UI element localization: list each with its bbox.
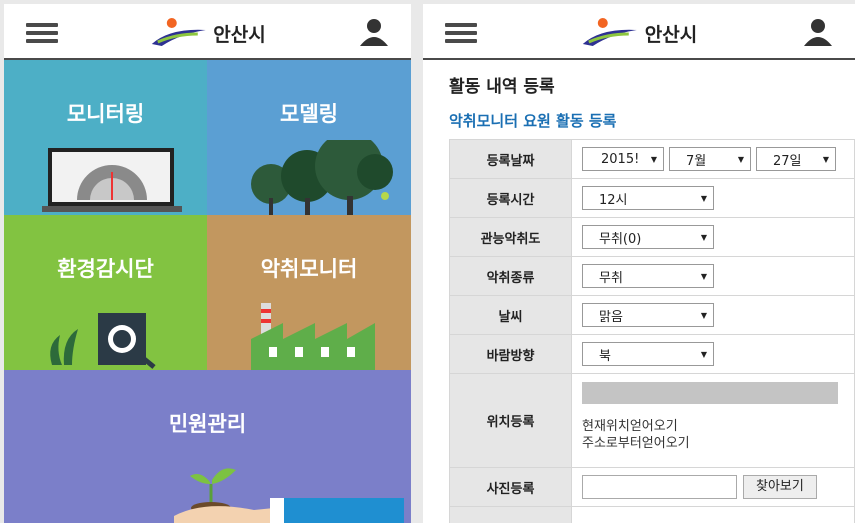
- factory-icon: [251, 303, 375, 370]
- activity-form: 등록날짜 2015! ▼ 7월 ▼ 27일 ▼ 등록시간 12시 ▼ 관능악취도 무취(0)…: [449, 139, 855, 523]
- right-screen: 안산시 활동 내역 등록 악취모니터 요원 활동 등록 등록날짜 2015! ▼ 7…: [423, 4, 855, 523]
- chevron-down-icon: ▼: [700, 271, 707, 281]
- user-icon[interactable]: [359, 18, 389, 50]
- menu-icon[interactable]: [26, 23, 58, 43]
- month-select[interactable]: 7월 ▼: [669, 147, 751, 171]
- logo-mark-icon: [151, 18, 206, 46]
- form-row-odor-type: 악취종류 무취 ▼: [449, 256, 855, 296]
- wind-label: 바람방향: [449, 334, 572, 374]
- chevron-down-icon: ▼: [700, 310, 707, 320]
- tile-monitoring[interactable]: 모니터링: [4, 60, 207, 215]
- weather-label: 날씨: [449, 295, 572, 335]
- logo-text: 안산시: [644, 23, 698, 46]
- form-row-photo: 사진등록 찾아보기: [449, 467, 855, 507]
- photo-label: 사진등록: [449, 467, 572, 507]
- logo-mark-icon: [582, 18, 637, 46]
- form-row-next: [449, 506, 855, 523]
- laptop-gauge-icon: [42, 148, 182, 212]
- form-row-time: 등록시간 12시 ▼: [449, 178, 855, 218]
- tile-odor-monitor[interactable]: 악취모니터: [207, 215, 411, 370]
- form-row-date: 등록날짜 2015! ▼ 7월 ▼ 27일 ▼: [449, 139, 855, 179]
- get-location-from-address-link[interactable]: 주소로부터얻어오기: [582, 435, 854, 452]
- get-current-location-link[interactable]: 현재위치얻어오기: [582, 418, 854, 435]
- tile-label: 모니터링: [66, 102, 145, 126]
- chevron-down-icon: ▼: [700, 193, 707, 203]
- intensity-label: 관능악취도: [449, 217, 572, 257]
- hand-sprout-icon: [174, 468, 404, 523]
- page-title: 활동 내역 등록: [449, 77, 555, 97]
- tile-label: 악취모니터: [260, 257, 358, 281]
- tile-complaints[interactable]: 민원관리: [4, 370, 411, 523]
- tile-environment-watch[interactable]: 환경감시단: [4, 215, 207, 370]
- menu-icon[interactable]: [445, 23, 477, 43]
- photo-file-input[interactable]: [582, 475, 737, 499]
- form-row-wind: 바람방향 북 ▼: [449, 334, 855, 374]
- day-select[interactable]: 27일 ▼: [756, 147, 836, 171]
- app-logo[interactable]: 안산시: [581, 16, 697, 50]
- chevron-down-icon: ▼: [650, 154, 657, 164]
- time-label: 등록시간: [449, 178, 572, 218]
- odor-type-label: 악취종류: [449, 256, 572, 296]
- tile-label: 환경감시단: [57, 257, 154, 281]
- form-row-location: 위치등록 현재위치얻어오기 주소로부터얻어오기: [449, 373, 855, 468]
- time-select[interactable]: 12시 ▼: [582, 186, 714, 210]
- section-title: 악취모니터 요원 활동 등록: [449, 112, 617, 130]
- trees-icon: [251, 140, 393, 215]
- browse-button[interactable]: 찾아보기: [743, 475, 817, 499]
- magnifier-leaf-icon: [50, 313, 156, 369]
- odor-type-select[interactable]: 무취 ▼: [582, 264, 714, 288]
- header: 안산시: [4, 4, 411, 60]
- tile-label: 민원관리: [168, 412, 247, 436]
- chevron-down-icon: ▼: [700, 232, 707, 242]
- form-row-intensity: 관능악취도 무취(0) ▼: [449, 217, 855, 257]
- tile-modeling[interactable]: 모델링: [207, 60, 411, 215]
- header: 안산시: [423, 4, 855, 60]
- tile-label: 모델링: [280, 102, 338, 126]
- location-display: [582, 382, 838, 404]
- app-logo[interactable]: 안산시: [149, 16, 266, 50]
- intensity-select[interactable]: 무취(0) ▼: [582, 225, 714, 249]
- chevron-down-icon: ▼: [822, 154, 829, 164]
- chevron-down-icon: ▼: [737, 154, 744, 164]
- date-label: 등록날짜: [449, 139, 572, 179]
- weather-select[interactable]: 맑음 ▼: [582, 303, 714, 327]
- logo-text: 안산시: [213, 23, 266, 46]
- user-icon[interactable]: [803, 18, 833, 50]
- location-label: 위치등록: [449, 373, 572, 468]
- wind-select[interactable]: 북 ▼: [582, 342, 714, 366]
- chevron-down-icon: ▼: [700, 349, 707, 359]
- form-row-weather: 날씨 맑음 ▼: [449, 295, 855, 335]
- left-screen: 안산시 모니터링 모델링 환경감시단 악취모니터 민원관리: [4, 4, 411, 523]
- year-select[interactable]: 2015! ▼: [582, 147, 664, 171]
